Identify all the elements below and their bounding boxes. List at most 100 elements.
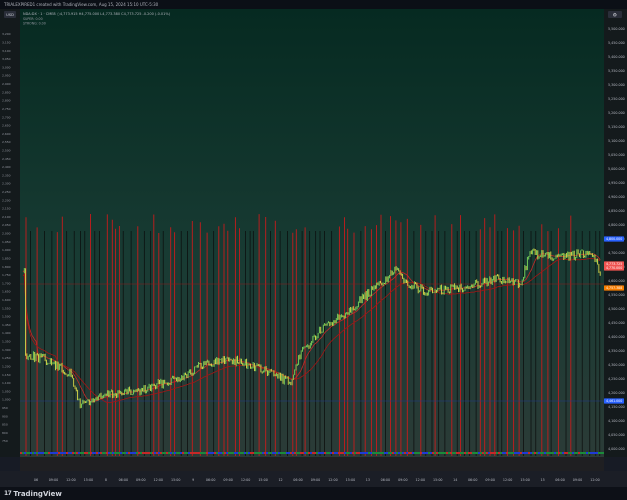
signal-strip-cell [142,452,144,454]
signal-strip-cell [370,452,372,454]
signal-strip-cell [382,452,384,454]
signal-strip-cell [376,452,378,454]
signal-strip-cell [338,452,340,454]
signal-strip-cell [42,452,44,454]
brand[interactable]: 17 TradingView [4,487,62,500]
signal-strip-cell [420,452,422,454]
signal-strip-cell [118,452,120,454]
signal-strip-cell [114,452,116,454]
signal-strip-cell [260,452,262,454]
time-axis-label: 15:00 [346,478,356,482]
time-axis-label: 12:00 [154,478,164,482]
signal-strip-cell [452,452,454,454]
chart-area[interactable]: 3,200 3,150 3,100 3,050 3,000 2,950 2,900 2,850… [0,9,627,487]
price-scale-label: 4,900.000 [608,195,625,199]
time-axis-label: 15:00 [433,478,443,482]
signal-strip-cell [174,452,176,454]
price-scale-label: 4,700.000 [608,251,625,255]
signal-strip-cell [348,452,350,454]
signal-strip-cell [28,452,30,454]
signal-strip-cell [540,452,542,454]
signal-strip-cell [554,452,556,454]
signal-strip-cell [78,452,80,454]
settings-button[interactable]: ⚙ [608,11,622,19]
time-axis-label: 14 [453,478,457,482]
signal-strip-cell [330,452,332,454]
signal-strip-cell [386,452,388,454]
signal-strip-cell [408,452,410,454]
signal-strip-cell [138,452,140,454]
symbol-badge[interactable]: USD [4,11,16,18]
signal-strip-cell [510,452,512,454]
signal-strip-cell [498,452,500,454]
signal-strip-cell [94,452,96,454]
footer: 17 TradingView [0,487,627,500]
signal-strip-cell [324,452,326,454]
signal-strip-cell [282,452,284,454]
signal-strip-cell [182,452,184,454]
signal-strip-cell [550,452,552,454]
signal-strip-cell [592,452,594,454]
signal-strip-cell [476,452,478,454]
left-scale-label: 2,100 [2,215,11,219]
signal-strip-cell [286,452,288,454]
signal-strip-cell [574,452,576,454]
signal-strip-cell [196,452,198,454]
signal-strip-cell [266,452,268,454]
signal-strip-cell [44,452,46,454]
signal-strip-cell [110,452,112,454]
price-scale-label: 4,000.000 [608,447,625,451]
signal-strip-cell [320,452,322,454]
signal-strip-cell [558,452,560,454]
legend-line-3: STRONG: 0.00 [23,22,46,26]
signal-strip-cell [584,452,586,454]
signal-strip-cell [358,452,360,454]
signal-strip-cell [244,452,246,454]
left-scale-label: 3,150 [2,41,11,45]
signal-strip-cell [432,452,434,454]
left-scale-label: 1,250 [2,356,11,360]
signal-strip-cell [300,452,302,454]
signal-strip-cell [484,452,486,454]
time-axis-label: 15:00 [520,478,530,482]
signal-strip-cell [34,452,36,454]
signal-strip-cell [344,452,346,454]
signal-strip-cell [290,452,292,454]
signal-strip-cell [234,452,236,454]
signal-strip-cell [276,452,278,454]
signal-strip-cell [224,452,226,454]
chart-svg[interactable]: 3,200 3,150 3,100 3,050 3,000 2,950 2,900 2,850… [0,9,627,487]
signal-strip-cell [70,452,72,454]
signal-strip-cell [256,452,258,454]
left-scale-label: 950 [2,406,8,410]
signal-strip-cell [310,452,312,454]
signal-strip-cell [30,452,32,454]
signal-strip-cell [158,452,160,454]
signal-strip-cell [594,452,596,454]
time-axis-label: 06:00 [468,478,478,482]
signal-strip-cell [486,452,488,454]
price-scale-label: 4,550.000 [608,293,625,297]
signal-strip-cell [190,452,192,454]
time-axis-label: 06:00 [119,478,129,482]
time-axis-label: 12:00 [66,478,76,482]
signal-strip-cell [342,452,344,454]
signal-strip-cell [144,452,146,454]
signal-strip-cell [26,452,28,454]
signal-strip-cell [130,452,132,454]
signal-strip-cell [562,452,564,454]
signal-strip-cell [462,452,464,454]
signal-strip-cell [82,452,84,454]
signal-strip-cell [406,452,408,454]
price-scale-label: 4,400.000 [608,335,625,339]
signal-strip-cell [332,452,334,454]
signal-strip-cell [202,452,204,454]
signal-strip-cell [326,452,328,454]
signal-strip-cell [502,452,504,454]
signal-strip-cell [400,452,402,454]
signal-strip-cell [560,452,562,454]
right-scale-background [604,9,627,457]
signal-strip-cell [164,452,166,454]
signal-strip-cell [134,452,136,454]
signal-strip-cell [58,452,60,454]
